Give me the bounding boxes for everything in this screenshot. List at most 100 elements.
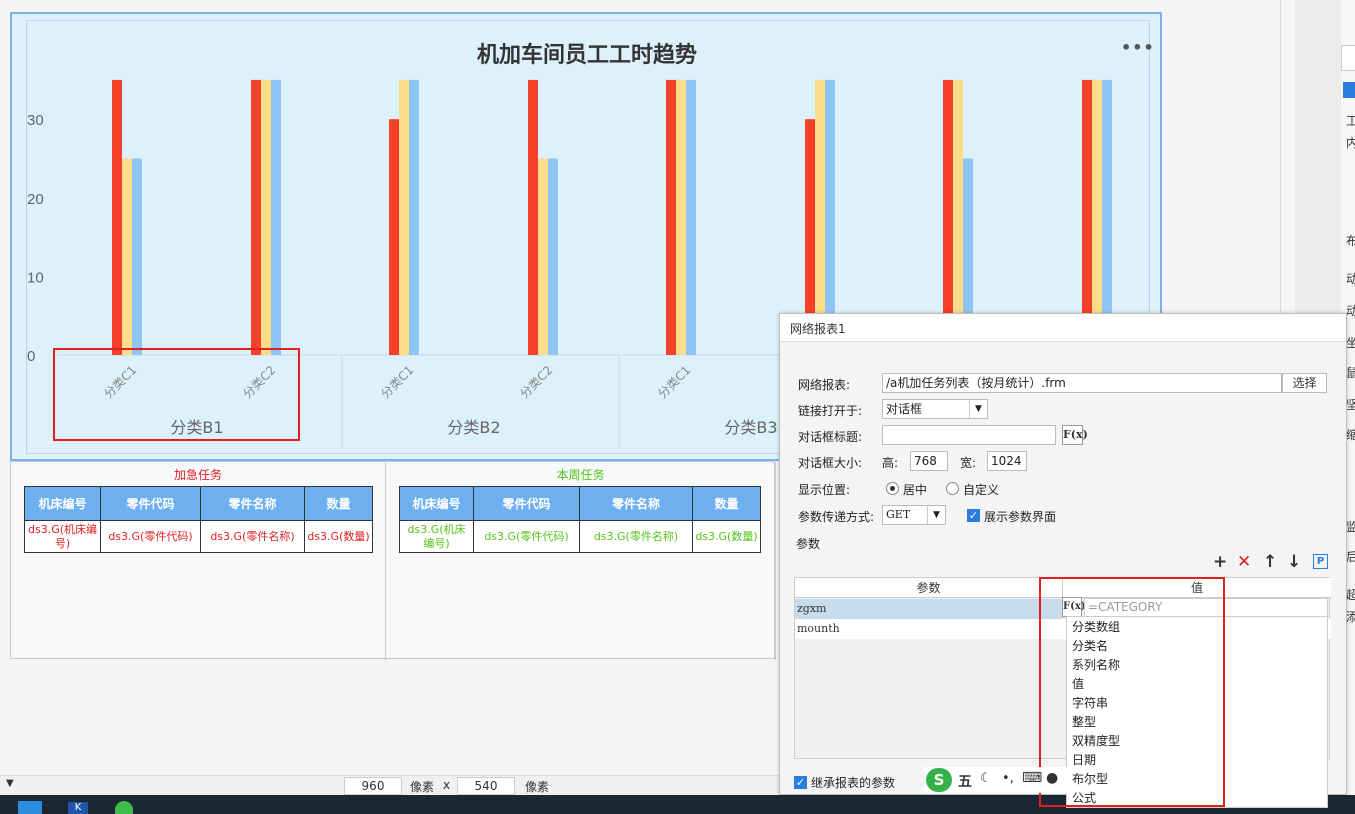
param-column-header: 参数: [795, 578, 1063, 598]
chart-bar[interactable]: [112, 79, 122, 356]
add-icon[interactable]: +: [1213, 553, 1227, 571]
column-header[interactable]: 零件代码: [473, 486, 580, 521]
param-name-cell[interactable]: zgxm: [795, 599, 1063, 619]
urgent-tasks-panel[interactable]: 加急任务 机床编号 零件代码 零件名称 数量 ds3.G(机床编号) ds3.G…: [11, 462, 386, 660]
times-label: x: [443, 778, 451, 792]
table-cell[interactable]: ds3.G(零件代码): [100, 520, 201, 553]
size-label: 对话框大小:: [798, 456, 863, 470]
chart-bar[interactable]: [251, 79, 261, 356]
tables-area: 加急任务 机床编号 零件代码 零件名称 数量 ds3.G(机床编号) ds3.G…: [10, 461, 776, 660]
show-params-label: 展示参数界面: [984, 510, 1057, 524]
method-value: GET: [886, 508, 911, 521]
chart-bar[interactable]: [261, 79, 271, 356]
app-icon[interactable]: K: [68, 802, 88, 814]
column-header[interactable]: 零件名称: [200, 486, 305, 521]
move-up-icon[interactable]: ↑: [1263, 553, 1277, 571]
wechat-icon[interactable]: [115, 801, 133, 814]
column-header[interactable]: 机床编号: [24, 486, 101, 521]
caret-down-icon[interactable]: ▼: [6, 778, 14, 789]
weekly-tasks-table[interactable]: 机床编号 零件代码 零件名称 数量 ds3.G(机床编号) ds3.G(零件代码…: [399, 486, 761, 553]
width-input[interactable]: 1024: [987, 451, 1027, 471]
method-select[interactable]: GET ▼: [882, 505, 946, 525]
chart-bar[interactable]: [538, 158, 548, 356]
table-cell[interactable]: ds3.G(机床编号): [24, 520, 101, 553]
column-header[interactable]: 零件代码: [100, 486, 201, 521]
sogou-icon[interactable]: S: [926, 768, 952, 792]
y-tick-label: 0: [27, 348, 35, 365]
chart-bar[interactable]: [399, 79, 409, 356]
move-down-icon[interactable]: ↓: [1287, 553, 1301, 571]
y-tick-label: 20: [27, 191, 44, 208]
weekly-tasks-title: 本周任务: [556, 468, 605, 482]
column-header[interactable]: 数量: [304, 486, 373, 521]
open-in-label: 链接打开于:: [798, 404, 863, 418]
panel-label: 坐: [1346, 336, 1355, 350]
punctuation-icon[interactable]: •,: [1002, 771, 1014, 786]
column-header[interactable]: 机床编号: [399, 486, 474, 521]
urgent-tasks-table[interactable]: 机床编号 零件代码 零件名称 数量 ds3.G(机床编号) ds3.G(零件代码…: [24, 486, 373, 553]
panel-label: 后: [1346, 550, 1355, 564]
y-tick-label: 30: [27, 112, 44, 129]
chart-bar[interactable]: [676, 79, 686, 356]
chart-bar[interactable]: [122, 158, 132, 356]
user-icon[interactable]: ●: [1046, 770, 1058, 786]
chart-bar[interactable]: [409, 79, 419, 356]
chart-bar[interactable]: [389, 119, 399, 355]
formula-icon[interactable]: F(x): [1062, 425, 1088, 445]
chart-bar[interactable]: [132, 158, 142, 356]
panel-tab-active[interactable]: [1343, 82, 1355, 98]
param-p-icon[interactable]: P: [1313, 554, 1328, 569]
canvas-width-input[interactable]: 960: [344, 777, 402, 795]
dialog-title: 网络报表1: [780, 314, 1346, 342]
chart-bar[interactable]: [271, 79, 281, 356]
column-header[interactable]: 数量: [692, 486, 761, 521]
panel-label: 鼠: [1346, 366, 1355, 380]
table-cell[interactable]: ds3.G(零件名称): [579, 520, 693, 553]
chart-bar[interactable]: [528, 79, 538, 356]
height-input[interactable]: 768: [910, 451, 948, 471]
show-params-checkbox[interactable]: ✓: [967, 509, 980, 522]
panel-label: 工: [1346, 114, 1355, 128]
table-cell[interactable]: ds3.G(机床编号): [399, 520, 474, 553]
table-cell[interactable]: ds3.G(数量): [692, 520, 761, 553]
position-center-radio[interactable]: [886, 482, 899, 495]
chevron-down-icon[interactable]: ▼: [927, 506, 945, 524]
weekly-tasks-panel[interactable]: 本周任务 机床编号 零件代码 零件名称 数量 ds3.G(机床编号) ds3.G…: [386, 462, 776, 660]
chart-bar[interactable]: [686, 79, 696, 356]
panel-label: 布: [1346, 234, 1355, 248]
chart-bar[interactable]: [548, 158, 558, 356]
param-name-cell[interactable]: mounth: [795, 619, 1063, 639]
x-category-label: 分类C2: [517, 363, 555, 401]
table-row: ds3.G(机床编号) ds3.G(零件代码) ds3.G(零件名称) ds3.…: [24, 520, 373, 553]
delete-icon[interactable]: ✕: [1237, 553, 1251, 571]
dialog-title-label: 对话框标题:: [798, 430, 863, 444]
moon-icon[interactable]: ☾: [980, 771, 992, 786]
report-label: 网络报表:: [798, 378, 851, 392]
keyboard-icon[interactable]: ⌨: [1022, 770, 1042, 786]
report-path-input[interactable]: /a机加任务列表（按月统计）.frm: [882, 373, 1282, 393]
inherit-params-checkbox[interactable]: ✓: [794, 776, 807, 789]
ime-mode-label[interactable]: 五: [958, 771, 972, 791]
table-cell[interactable]: ds3.G(数量): [304, 520, 373, 553]
position-center-label: 居中: [903, 483, 928, 497]
chevron-down-icon[interactable]: ▼: [969, 400, 987, 418]
x-category-label: 分类C1: [378, 363, 416, 401]
chart-bar[interactable]: [666, 79, 676, 356]
x-group-label: 分类B2: [447, 418, 500, 437]
panel-tab[interactable]: [1341, 45, 1355, 71]
choose-button[interactable]: 选择: [1282, 373, 1327, 393]
position-custom-radio[interactable]: [946, 482, 959, 495]
urgent-tasks-title: 加急任务: [173, 468, 222, 482]
table-cell[interactable]: ds3.G(零件代码): [473, 520, 580, 553]
unit-label: 像素: [525, 780, 550, 794]
column-header[interactable]: 零件名称: [579, 486, 693, 521]
y-tick-label: 10: [27, 269, 44, 286]
table-cell[interactable]: ds3.G(零件名称): [200, 520, 305, 553]
panel-label: 动: [1346, 304, 1355, 318]
dialog-title-input[interactable]: [882, 425, 1056, 445]
unit-label: 像素: [410, 780, 435, 794]
canvas-height-input[interactable]: 540: [457, 777, 515, 795]
windows-start-icon[interactable]: [18, 801, 42, 814]
params-section-label: 参数: [796, 537, 821, 551]
open-in-select[interactable]: 对话框 ▼: [882, 399, 988, 419]
